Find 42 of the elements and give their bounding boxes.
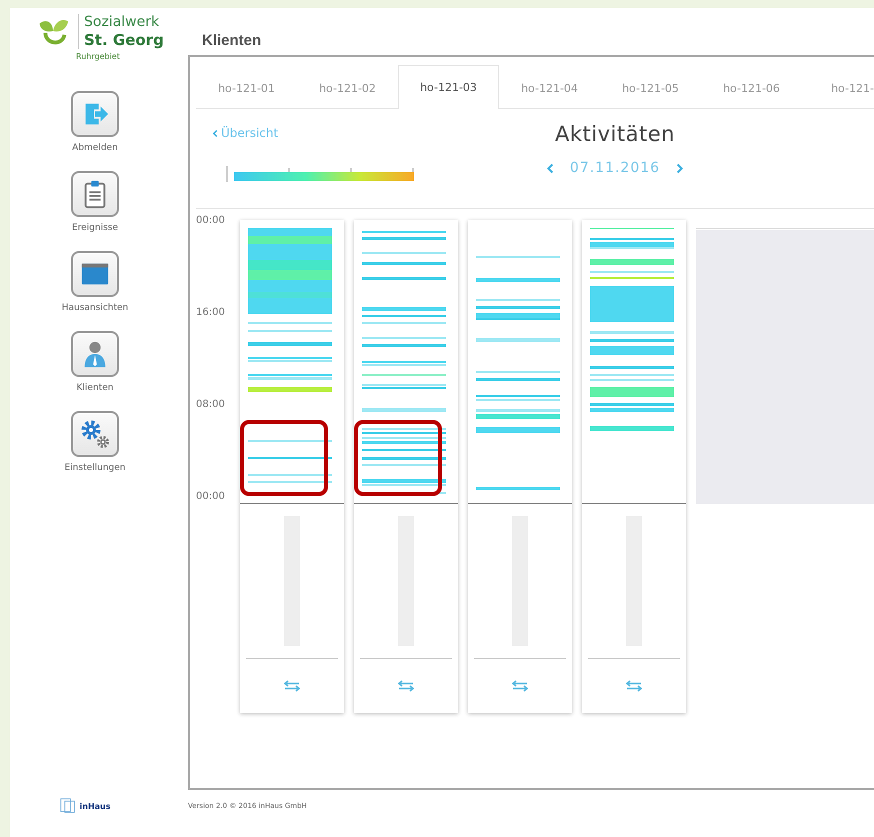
time-label: 00:00 [196,491,225,503]
nav-button[interactable] [70,411,119,457]
back-link[interactable]: Übersicht [212,126,416,140]
nav-button[interactable] [70,171,119,217]
chevron-right-icon [676,162,684,174]
swap-arrows-icon [398,680,414,692]
tab[interactable]: ho-121-05 [600,67,701,109]
page-title: Klienten [202,32,262,49]
tab[interactable]: ho-121-01 [196,67,297,109]
time-label: 00:00 [196,215,225,227]
nav-button[interactable] [70,91,119,137]
tab[interactable]: ho-121-03 [398,65,499,109]
time-label: 08:00 [196,399,225,411]
date-label: 07.11.2016 [570,160,660,176]
brand-name: Sozialwerk [84,14,160,30]
swap-button[interactable] [396,678,416,694]
nav-label[interactable]: Klienten [76,383,114,393]
swap-button[interactable] [510,678,530,694]
tab[interactable]: ho-121-06 [701,67,802,109]
section-heading: Aktivitäten [555,122,675,146]
nav-label[interactable]: Einstellungen [64,463,126,473]
chevron-left-icon [212,128,218,138]
nav-label[interactable]: Abmelden [72,143,118,153]
tab[interactable]: ho-121- [802,67,874,109]
swap-arrows-icon [284,680,300,692]
gears-icon [78,418,111,450]
nav-label[interactable]: Hausansichten [62,303,128,313]
brand-region: Ruhrgebiet [76,52,120,61]
chevron-left-icon [546,162,554,174]
brand-name: St. Georg [84,30,164,48]
vendor-logo-text: inHaus [80,802,110,810]
time-label: 16:00 [196,307,225,319]
swap-button[interactable] [282,678,302,694]
nav-button[interactable] [70,251,119,297]
swap-arrows-icon [512,680,528,692]
swap-arrows-icon [626,680,642,692]
square-logo-icon [60,797,76,815]
tab[interactable]: ho-121-04 [499,67,600,109]
nav-button[interactable] [70,331,119,377]
nav-label[interactable]: Ereignisse [72,223,118,233]
tab[interactable]: ho-121-02 [297,67,398,109]
swap-button[interactable] [624,678,644,694]
